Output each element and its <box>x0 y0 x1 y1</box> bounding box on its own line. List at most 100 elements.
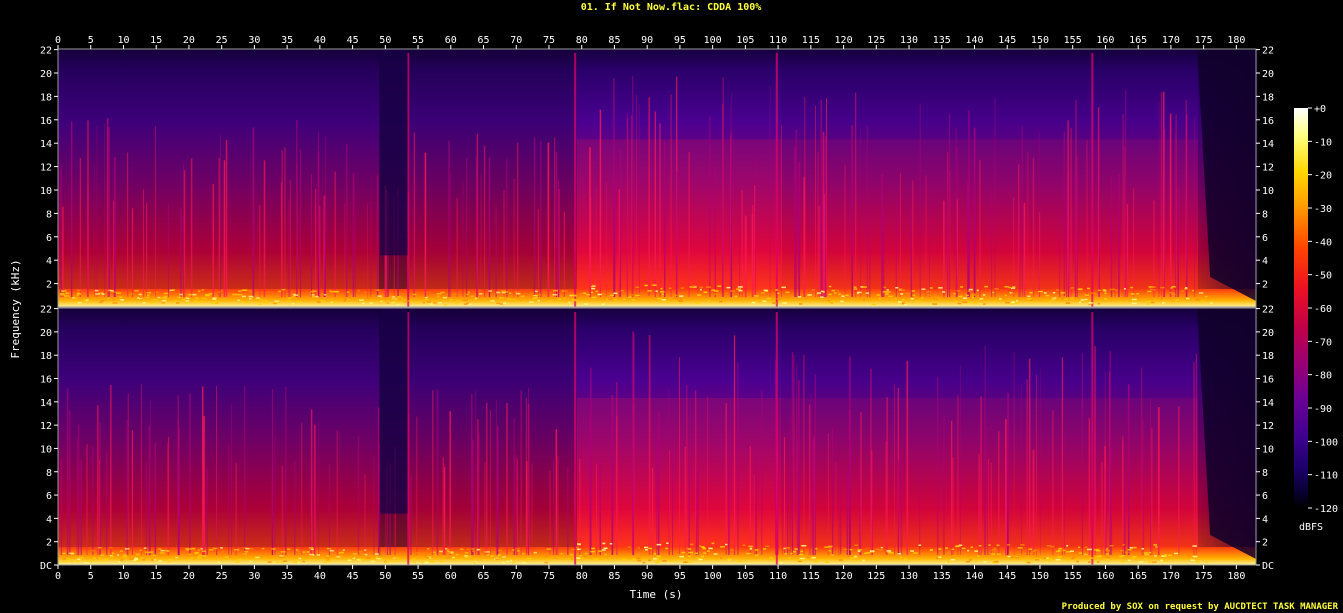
energy-column <box>88 308 91 548</box>
bass-energy <box>192 293 197 296</box>
bass-energy <box>1071 558 1074 560</box>
bass-energy <box>164 292 169 295</box>
bass-energy <box>918 555 921 557</box>
y-tick-label-left: 20 <box>40 328 52 339</box>
energy-column <box>343 308 346 548</box>
bass-energy <box>149 551 153 553</box>
bass-energy <box>1086 548 1092 551</box>
bass-energy <box>298 557 302 560</box>
energy-boost <box>583 397 586 548</box>
energy-column <box>232 308 235 548</box>
bass-energy <box>1038 290 1043 293</box>
bass-energy <box>516 292 521 295</box>
bass-energy <box>560 552 563 555</box>
bass-energy <box>960 286 964 288</box>
energy-column <box>457 308 460 548</box>
energy-column <box>163 49 166 289</box>
spectrogram-channel-left <box>57 48 1258 308</box>
energy-boost <box>1165 397 1168 548</box>
bass-energy <box>628 294 634 296</box>
bass-energy <box>430 303 433 305</box>
energy-boost <box>970 397 973 548</box>
x-tick-label-bottom: 75 <box>543 571 555 582</box>
bass-energy <box>1105 548 1108 550</box>
energy-boost <box>769 397 772 548</box>
energy-column <box>193 308 196 548</box>
bass-energy <box>332 301 337 304</box>
bass-energy <box>356 559 361 561</box>
bass-energy <box>194 300 199 302</box>
bass-energy <box>984 285 988 288</box>
energy-column <box>244 49 247 289</box>
bass-energy <box>1004 286 1009 288</box>
x-tick-label-top: 150 <box>1031 35 1049 46</box>
bass-energy <box>179 293 183 296</box>
bass-energy <box>955 545 959 548</box>
energy-boost <box>946 397 949 548</box>
x-tick-label-top: 95 <box>674 35 686 46</box>
bass-energy <box>422 302 425 304</box>
bass-energy <box>962 301 968 304</box>
bass-energy <box>665 301 671 303</box>
energy-boost <box>703 139 706 289</box>
bass-energy <box>1051 299 1056 301</box>
bass-energy <box>145 296 150 299</box>
x-tick-label-bottom: 45 <box>347 571 359 582</box>
energy-column <box>253 308 256 548</box>
x-tick-label-bottom: 150 <box>1031 571 1049 582</box>
energy-boost <box>1066 397 1069 548</box>
bass-energy <box>70 561 74 563</box>
energy-column <box>277 308 280 548</box>
bass-energy <box>324 294 327 296</box>
bass-energy <box>1087 287 1091 290</box>
energy-column <box>292 49 295 289</box>
quiet-passage <box>380 49 408 256</box>
bass-energy <box>323 561 328 564</box>
energy-boost <box>652 139 655 289</box>
bass-energy <box>522 552 525 555</box>
bass-energy <box>1011 301 1015 304</box>
bass-energy <box>579 554 582 557</box>
bass-energy <box>166 550 170 552</box>
bass-energy <box>396 296 401 298</box>
y-tick-label-right: 10 <box>1262 186 1274 197</box>
bass-energy <box>656 561 661 563</box>
energy-boost <box>952 397 955 548</box>
energy-column <box>343 49 346 289</box>
energy-boost <box>928 397 931 548</box>
bass-energy <box>512 298 516 301</box>
bass-energy <box>60 294 65 296</box>
bass-energy <box>1147 290 1152 293</box>
energy-boost <box>769 139 772 289</box>
energy-boost <box>691 397 694 548</box>
energy-column <box>361 308 364 548</box>
bass-energy <box>232 293 238 296</box>
bass-energy <box>94 289 99 292</box>
bass-energy <box>465 556 468 559</box>
bass-energy <box>828 285 832 288</box>
bass-energy <box>932 553 936 555</box>
energy-boost <box>1183 139 1186 289</box>
bass-energy <box>679 555 684 558</box>
energy-boost <box>1030 139 1033 289</box>
bass-energy <box>421 561 424 564</box>
y-tick-label-right: 14 <box>1262 139 1274 150</box>
bass-energy <box>610 294 614 297</box>
energy-column <box>238 308 241 548</box>
bass-energy <box>514 291 519 293</box>
bass-energy <box>146 294 150 296</box>
energy-column <box>124 49 127 289</box>
energy-boost <box>694 139 697 289</box>
bass-energy <box>700 546 705 548</box>
bass-energy <box>674 297 680 299</box>
bass-energy <box>267 561 272 563</box>
bass-energy <box>212 298 216 300</box>
bass-energy <box>1105 556 1110 559</box>
bass-energy <box>689 543 694 546</box>
energy-boost <box>724 139 727 289</box>
bass-energy <box>754 554 759 556</box>
y-tick-label-right: 16 <box>1262 375 1274 386</box>
x-tick-label-bottom: 55 <box>412 571 424 582</box>
energy-column <box>439 49 442 289</box>
bass-energy <box>836 289 839 292</box>
